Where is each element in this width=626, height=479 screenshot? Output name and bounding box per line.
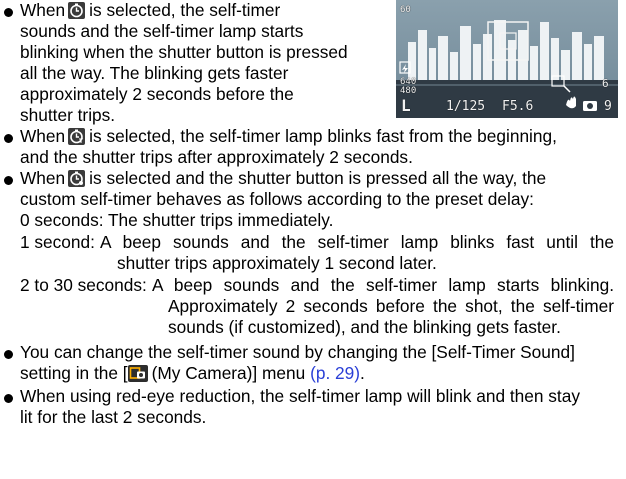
page-29-link[interactable]: (p. 29) [310, 363, 360, 383]
bullet-2-line-1: When is selected, the self-timer lamp bli… [20, 126, 557, 146]
delay-1-label: 1 second: [20, 232, 95, 252]
bullet-1-line-3: blinking when the shutter button is pres… [20, 42, 348, 62]
delay-2-text-b: Approximately 2 seconds before the shot,… [168, 296, 614, 316]
bullet-2-dot [4, 134, 13, 143]
camera-lcd-screenshot: 60 640 480 L 1/125 F5.6 6 9 [396, 0, 618, 118]
self-timer-10s-icon [68, 2, 86, 19]
bullet-1-line-1: When is selected, the self-timer [20, 0, 281, 20]
bullet-2-line-2: and the shutter trips after approximatel… [20, 147, 413, 167]
delay-2-label: 2 to 30 seconds: [20, 275, 147, 295]
delay-1-text-b: shutter trips approximately 1 second lat… [117, 253, 437, 273]
bullet-4-line-2: setting in the [(My Camera)] menu (p. 29… [20, 363, 365, 383]
self-timer-2s-icon [68, 128, 86, 145]
lcd-aperture: F5.6 [502, 99, 534, 114]
bullet-5-line-1: When using red-eye reduction, the self-t… [20, 386, 580, 406]
bullet-3-dot [4, 176, 13, 185]
delay-0-text: The shutter trips immediately. [108, 210, 334, 230]
bullet-4-line-1: You can change the self-timer sound by c… [20, 342, 575, 362]
custom-timer-icon [68, 170, 86, 187]
lcd-mode-large: L [401, 96, 411, 115]
bullet-4-dot [4, 350, 13, 359]
lcd-shots-left: 9 [604, 99, 612, 114]
bullet-1-dot [4, 8, 13, 17]
bullet-1-line-6: shutter trips. [20, 105, 116, 125]
delay-2-text-c: sounds (if customized), and the blinking… [168, 317, 561, 337]
lcd-top-left-value: 60 [400, 5, 411, 15]
bullet-5-line-2: lit for the last 2 seconds. [20, 407, 207, 427]
delay-0-label: 0 seconds: [20, 210, 104, 230]
lcd-count-right: 6 [602, 77, 609, 90]
delay-2-text-a: A beep sounds and the self-timer lamp st… [152, 275, 614, 295]
bullet-3-line-2: custom self-timer behaves as follows acc… [20, 189, 534, 209]
my-camera-icon [127, 365, 148, 382]
lcd-shutter-speed: 1/125 [446, 99, 486, 114]
lcd-resolution-b: 480 [400, 86, 417, 96]
bullet-1-line-5: approximately 2 seconds before the [20, 84, 294, 104]
bullet-5-dot [4, 394, 13, 403]
bullet-1-line-2: sounds and the self-timer lamp starts [20, 21, 304, 41]
bullet-1-line-4: all the way. The blinking gets faster [20, 63, 289, 83]
delay-1-text-a: A beep sounds and the self-timer lamp bl… [100, 232, 614, 252]
bullet-3-line-1: When is selected and the shutter button i… [20, 168, 547, 188]
